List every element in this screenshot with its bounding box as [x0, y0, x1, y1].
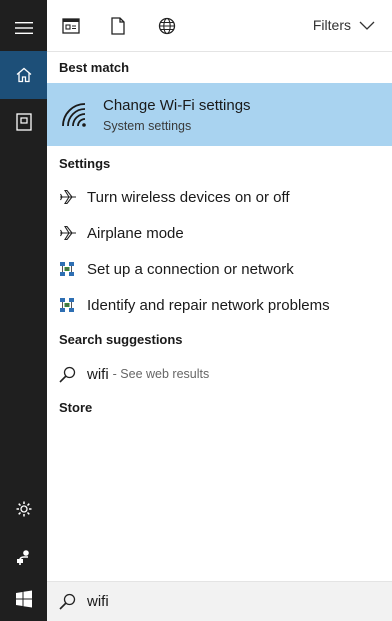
- settings-item-setup-connection[interactable]: Set up a connection or network: [47, 251, 392, 287]
- best-match-title: Change Wi-Fi settings: [103, 97, 251, 114]
- best-match-result[interactable]: Change Wi-Fi settings System settings: [47, 83, 392, 146]
- suggestion-query: wifi: [87, 365, 109, 383]
- search-suggestions-heading: Search suggestions: [59, 332, 183, 347]
- settings-item-label: Set up a connection or network: [87, 260, 294, 278]
- web-suggestion[interactable]: wifi - See web results: [47, 356, 392, 392]
- gear-icon[interactable]: [0, 485, 47, 533]
- settings-heading: Settings: [59, 156, 111, 171]
- filters-label: Filters: [312, 17, 351, 33]
- settings-item-airplane-mode[interactable]: Airplane mode: [47, 215, 392, 251]
- search-icon: [47, 366, 87, 383]
- documents-icon[interactable]: [106, 14, 130, 38]
- filters-dropdown[interactable]: Filters: [313, 17, 375, 33]
- settings-item-label: Turn wireless devices on or off: [87, 188, 290, 206]
- best-match-heading: Best match: [59, 60, 130, 75]
- store-heading: Store: [59, 400, 93, 415]
- apps-icon[interactable]: [59, 14, 83, 38]
- search-icon: [47, 593, 87, 610]
- hamburger-menu-icon[interactable]: [0, 4, 47, 52]
- airplane-icon: [47, 189, 87, 205]
- network-icon: [47, 297, 87, 313]
- settings-item-label: Airplane mode: [87, 224, 184, 242]
- left-rail: [0, 0, 47, 621]
- suggestion-hint: - See web results: [112, 367, 210, 381]
- settings-item-repair-network[interactable]: Identify and repair network problems: [47, 287, 392, 323]
- chevron-down-icon: [359, 21, 375, 30]
- home-icon[interactable]: [0, 51, 47, 99]
- search-input[interactable]: wifi: [87, 593, 109, 610]
- filter-bar: Filters: [47, 0, 392, 52]
- settings-item-wireless-devices[interactable]: Turn wireless devices on or off: [47, 179, 392, 215]
- settings-item-label: Identify and repair network problems: [87, 296, 330, 314]
- search-panel: Filters Best match Change Wi-Fi settings…: [47, 0, 392, 621]
- web-icon[interactable]: [155, 14, 179, 38]
- network-icon: [47, 261, 87, 277]
- windows-start-icon[interactable]: [0, 577, 47, 621]
- search-box[interactable]: wifi: [47, 581, 392, 621]
- airplane-icon: [47, 225, 87, 241]
- notebook-icon[interactable]: [0, 98, 47, 146]
- feedback-icon[interactable]: [0, 533, 47, 581]
- best-match-subtitle: System settings: [103, 119, 192, 133]
- wifi-icon: [62, 103, 86, 127]
